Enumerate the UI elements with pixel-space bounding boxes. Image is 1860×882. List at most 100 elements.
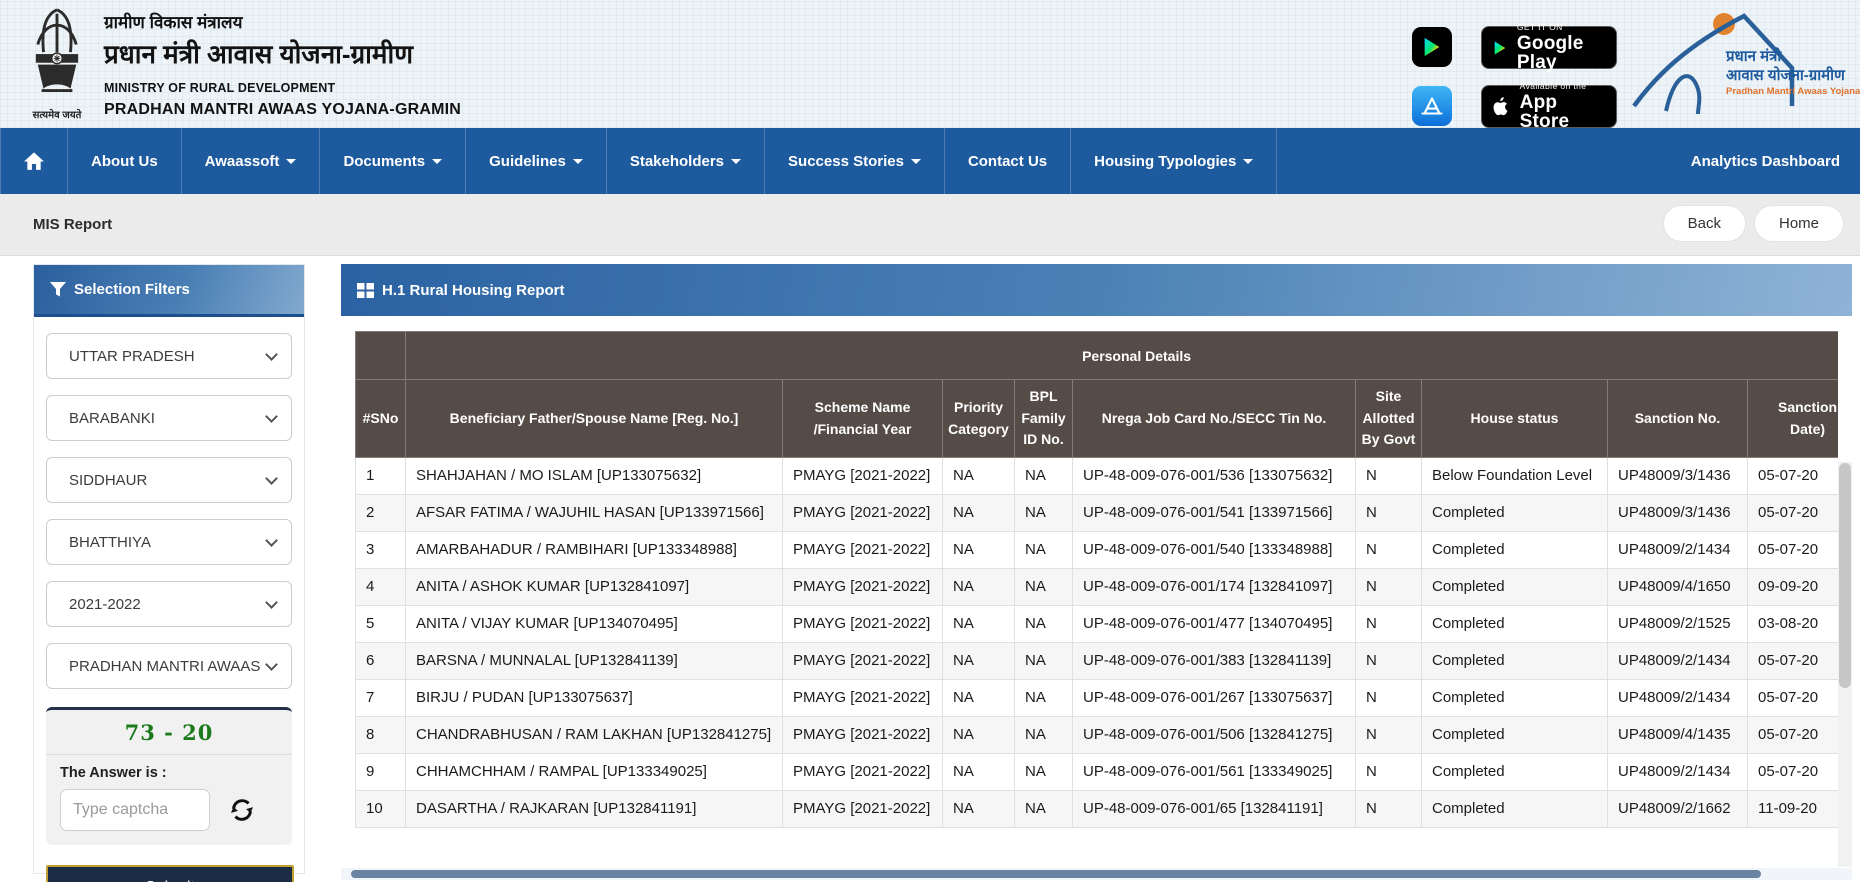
- captcha-question: 73 - 20: [46, 710, 292, 755]
- nav-item-documents[interactable]: Documents: [320, 128, 467, 194]
- captcha-refresh-icon[interactable]: [228, 796, 256, 824]
- home-button[interactable]: Home: [1753, 205, 1844, 242]
- district-select-wrapper: BARABANKI: [46, 395, 292, 441]
- pmayg-logo: प्रधान मंत्री आवास योजना-ग्रामीण Pradhan…: [1626, 6, 1860, 126]
- scheme-select[interactable]: PRADHAN MANTRI AWAAS: [46, 643, 292, 689]
- table-cell: N: [1355, 605, 1422, 644]
- table-cell: NA: [942, 642, 1015, 681]
- table-cell: UP-48-009-076-001/174 [132841097]: [1072, 568, 1356, 607]
- selection-filters-title: Selection Filters: [74, 281, 190, 298]
- table-cell: NA: [942, 457, 1015, 496]
- district-select[interactable]: BARABANKI: [46, 395, 292, 441]
- year-select[interactable]: 2021-2022: [46, 581, 292, 627]
- table-cell: 05-07-20: [1746, 531, 1838, 570]
- google-play-badge[interactable]: GET IT ON Google Play: [1481, 23, 1617, 73]
- table-cell: UP-48-009-076-001/540 [133348988]: [1072, 531, 1356, 570]
- table-row: 8 CHANDRABHUSAN / RAM LAKHAN [UP132841275…: [355, 716, 1838, 755]
- google-play-icon[interactable]: [1412, 27, 1452, 67]
- chevron-down-icon: [286, 158, 297, 164]
- captcha-input[interactable]: [60, 789, 210, 831]
- table-cell: 8: [355, 716, 406, 755]
- table-cell: Completed: [1421, 494, 1608, 533]
- nav-analytics-dashboard[interactable]: Analytics Dashboard: [1671, 128, 1860, 194]
- table-cell: Completed: [1421, 605, 1608, 644]
- report-table: Personal Details #SNo Beneficiary Father/S…: [355, 331, 1838, 829]
- table-cell: NA: [942, 753, 1015, 792]
- nav-item-success-stories[interactable]: Success Stories: [765, 128, 945, 194]
- report-header: H.1 Rural Housing Report: [341, 264, 1852, 316]
- table-cell: NA: [942, 679, 1015, 718]
- table-cell: UP-48-009-076-001/536 [133075632]: [1072, 457, 1356, 496]
- nav-item-label: Contact Us: [967, 152, 1048, 170]
- submit-button[interactable]: Submit: [46, 865, 294, 882]
- nav-item-stakeholders[interactable]: Stakeholders: [607, 128, 766, 194]
- table-cell: NA: [1014, 716, 1073, 755]
- block-select[interactable]: SIDDHAUR: [46, 457, 292, 503]
- filter-icon: [50, 282, 66, 297]
- table-cell: 9: [355, 753, 406, 792]
- app-store-icon[interactable]: [1412, 86, 1452, 126]
- table-cell: UP48009/4/1650: [1607, 568, 1748, 607]
- table-cell: NA: [942, 494, 1015, 533]
- nav-item-awaassoft[interactable]: Awaassoft: [182, 128, 321, 194]
- column-header: Sanction No.: [1607, 378, 1748, 459]
- table-cell: UP48009/2/1525: [1607, 605, 1748, 644]
- table-cell: NA: [942, 790, 1015, 829]
- state-select[interactable]: UTTAR PRADESH: [46, 333, 292, 379]
- table-vertical-scrollbar[interactable]: [1838, 462, 1852, 867]
- page-title: MIS Report: [33, 216, 113, 233]
- table-cell: PMAYG [2021-2022]: [782, 494, 943, 533]
- nav-item-about-us[interactable]: About Us: [68, 128, 182, 194]
- table-cell: BIRJU / PUDAN [UP133075637]: [405, 679, 783, 718]
- india-emblem-logo: सत्यमेव जयते: [22, 6, 92, 121]
- table-cell: NA: [1014, 790, 1073, 829]
- breadcrumb-bar: MIS Report Back Home: [0, 194, 1860, 256]
- table-cell: ANITA / ASHOK KUMAR [UP132841097]: [405, 568, 783, 607]
- table-cell: UP48009/2/1434: [1607, 753, 1748, 792]
- table-cell: CHHAMCHHAM / RAMPAL [UP133349025]: [405, 753, 783, 792]
- table-cell: N: [1355, 568, 1422, 607]
- table-cell: UP-48-009-076-001/477 [134070495]: [1072, 605, 1356, 644]
- table-cell: 05-07-20: [1746, 753, 1838, 792]
- column-header: Priority Category: [942, 378, 1015, 459]
- nav-item-housing-typologies[interactable]: Housing Typologies: [1071, 128, 1278, 194]
- play-triangle-icon: [1424, 37, 1440, 57]
- app-store-badge-top-text: Available on the: [1519, 81, 1587, 92]
- table-cell: N: [1355, 790, 1422, 829]
- table-cell: N: [1355, 679, 1422, 718]
- table-cell: Completed: [1421, 790, 1608, 829]
- panchayat-select[interactable]: BHATTHIYA: [46, 519, 292, 565]
- column-header: Nrega Job Card No./SECC Tin No.: [1072, 378, 1356, 459]
- google-play-badge-text: Google Play: [1516, 32, 1584, 73]
- back-button[interactable]: Back: [1662, 205, 1746, 242]
- chevron-down-icon: [731, 158, 742, 164]
- table-cell: 05-07-20: [1746, 457, 1838, 496]
- app-store-badge[interactable]: Available on the App Store: [1481, 81, 1617, 131]
- table-horizontal-scrollbar[interactable]: [341, 868, 1852, 880]
- table-cell: UP48009/3/1436: [1607, 457, 1748, 496]
- table-cell: UP-48-009-076-001/267 [133075637]: [1072, 679, 1356, 718]
- table-cell: 09-09-20: [1746, 568, 1838, 607]
- table-cell: PMAYG [2021-2022]: [782, 642, 943, 681]
- column-header: Sanction Date): [1746, 378, 1838, 459]
- nav-item-home[interactable]: [0, 128, 68, 194]
- site-titles: ग्रामीण विकास मंत्रालय प्रधान मंत्री आवा…: [104, 10, 461, 119]
- table-cell: 05-07-20: [1746, 494, 1838, 533]
- horizontal-scroll-thumb[interactable]: [351, 870, 1761, 878]
- nav-item-contact-us[interactable]: Contact Us: [945, 128, 1072, 194]
- table-cell: N: [1355, 494, 1422, 533]
- scheme-title-hindi: प्रधान मंत्री आवास योजना-ग्रामीण: [104, 39, 413, 69]
- ashoka-emblem-icon: [35, 8, 79, 93]
- nav-item-guidelines[interactable]: Guidelines: [466, 128, 607, 194]
- column-header: BPL Family ID No.: [1014, 378, 1073, 459]
- table-cell: NA: [1014, 568, 1073, 607]
- table-cell: Completed: [1421, 642, 1608, 681]
- table-cell: Below Foundation Level: [1421, 457, 1608, 496]
- table-cell: Completed: [1421, 679, 1608, 718]
- table-cell: NA: [942, 605, 1015, 644]
- table-cell: AMARBAHADUR / RAMBIHARI [UP133348988]: [405, 531, 783, 570]
- table-cell: N: [1355, 716, 1422, 755]
- table-cell: 05-07-20: [1746, 642, 1838, 681]
- table-cell: 4: [355, 568, 406, 607]
- vertical-scroll-thumb[interactable]: [1839, 463, 1851, 688]
